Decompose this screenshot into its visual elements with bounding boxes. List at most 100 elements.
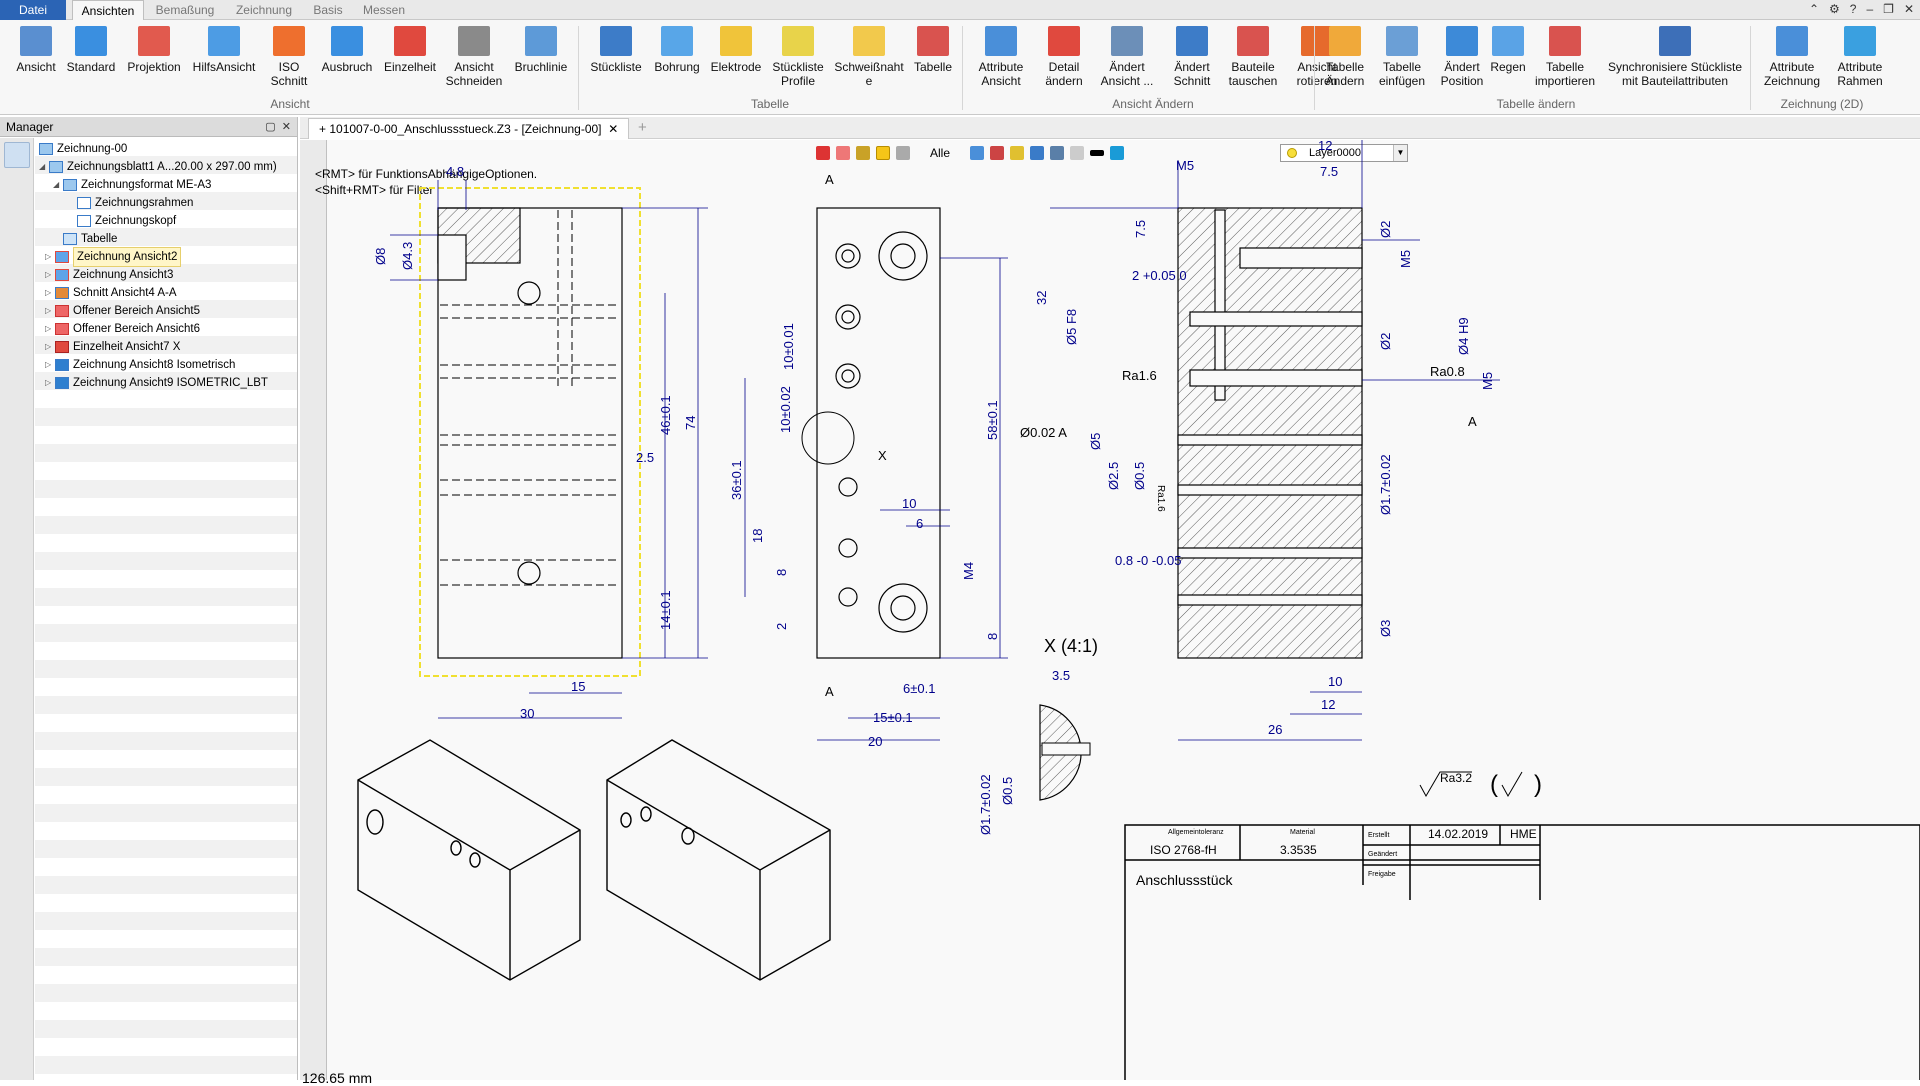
regen-button[interactable]: Regen xyxy=(1490,26,1526,74)
hilfsansicht-button[interactable]: HilfsAnsicht xyxy=(190,26,258,74)
isometric-view-icon xyxy=(55,377,69,389)
expand-arrow-icon[interactable]: ◢ xyxy=(53,176,63,194)
aendert-ansicht-button[interactable]: Ändert Ansicht ... xyxy=(1094,26,1160,88)
expand-arrow-icon[interactable]: ▷ xyxy=(45,248,55,266)
tabelle-einfuegen-label: Tabelle einfügen xyxy=(1378,60,1426,88)
close-panel-icon[interactable]: ✕ xyxy=(282,121,291,133)
dim-label: Ø2 xyxy=(1378,333,1393,350)
edit-detail-icon xyxy=(1048,26,1080,56)
help-icon[interactable]: ? xyxy=(1850,2,1857,16)
ausbruch-button[interactable]: Ausbruch xyxy=(318,26,376,74)
pin-icon[interactable]: + xyxy=(319,122,326,136)
tree-item[interactable]: ◢ Zeichnungsformat ME-A3 xyxy=(53,176,211,194)
synchronisiere-stueckliste-button[interactable]: Synchronisiere Stückliste mit Bauteilatt… xyxy=(1606,26,1744,88)
expand-arrow-icon[interactable]: ▷ xyxy=(45,302,55,320)
elektrode-button[interactable]: Elektrode xyxy=(708,26,764,74)
manager-header: Manager ▢ ✕ xyxy=(0,117,297,137)
detail-marker-label: X xyxy=(878,448,887,463)
tab-ansichten[interactable]: Ansichten xyxy=(72,0,144,21)
aendert-ansicht-label: Ändert Ansicht ... xyxy=(1100,60,1154,88)
document-tab[interactable]: + 101007-0-00_Anschlussstueck.Z3 - [Zeic… xyxy=(308,118,630,139)
tab-datei[interactable]: Datei xyxy=(0,0,66,20)
front-view-bore xyxy=(437,234,467,281)
stueckliste-button[interactable]: Stückliste xyxy=(586,26,646,74)
bruchlinie-label: Bruchlinie xyxy=(514,60,568,74)
attribute-rahmen-button[interactable]: Attribute Rahmen xyxy=(1832,26,1888,88)
tree-item[interactable]: Tabelle xyxy=(63,230,117,248)
schweissnaht-button[interactable]: Schweißnaht e xyxy=(834,26,904,88)
stueckliste-profile-button[interactable]: Stückliste Profile xyxy=(768,26,828,88)
expand-arrow-icon[interactable]: ▷ xyxy=(45,266,55,284)
ansicht-schneiden-button[interactable]: Ansicht Schneiden xyxy=(444,26,504,88)
standard-label: Standard xyxy=(66,60,116,74)
tree-item[interactable]: ▷ Offener Bereich Ansicht5 xyxy=(45,302,200,320)
tree-item-label: Zeichnung Ansicht2 xyxy=(73,247,182,267)
collapse-ribbon-icon[interactable]: ⌃ xyxy=(1809,2,1819,16)
view-icon xyxy=(55,251,69,263)
ribbon-separator xyxy=(962,26,963,110)
tree-item[interactable]: ◢ Zeichnungsblatt1 A...20.00 x 297.00 mm) xyxy=(39,158,277,176)
bruchlinie-button[interactable]: Bruchlinie xyxy=(510,26,572,74)
tab-basis[interactable]: Basis xyxy=(306,0,350,20)
tree-item[interactable]: ▷ Zeichnung Ansicht3 xyxy=(45,266,173,284)
tree-item[interactable]: Zeichnungsrahmen xyxy=(77,194,193,212)
drawing-canvas[interactable]: <RMT> für FunktionsAbhängigeOptionen. <S… xyxy=(300,140,1920,1086)
projektion-button[interactable]: Projektion xyxy=(124,26,184,74)
tree-item-label: Schnitt Ansicht4 A-A xyxy=(73,287,177,299)
standard-button[interactable]: Standard xyxy=(64,26,118,74)
aendert-position-button[interactable]: Ändert Position xyxy=(1434,26,1490,88)
tree-item[interactable]: Zeichnungskopf xyxy=(77,212,176,230)
tab-zeichnung[interactable]: Zeichnung xyxy=(228,0,300,20)
restore-icon[interactable]: ❐ xyxy=(1883,2,1894,16)
minimize-icon[interactable]: – xyxy=(1866,2,1873,16)
dim-label: 3.5 xyxy=(1052,668,1070,683)
side-view-hole xyxy=(835,243,861,269)
edit-section-icon xyxy=(1176,26,1208,56)
tabelle-einfuegen-button[interactable]: Tabelle einfügen xyxy=(1374,26,1430,88)
attribute-zeichnung-label: Attribute Zeichnung xyxy=(1763,60,1821,88)
bohrung-button[interactable]: Bohrung xyxy=(650,26,704,74)
tabelle-importieren-button[interactable]: Tabelle importieren xyxy=(1530,26,1600,88)
ribbon: Ansicht Standard Projektion HilfsAnsicht… xyxy=(0,20,1920,115)
settings-gear-icon[interactable]: ⚙ xyxy=(1829,2,1840,16)
table-icon xyxy=(63,233,77,245)
tree-item[interactable]: Zeichnung-00 xyxy=(39,140,127,158)
new-tab-icon[interactable]: + xyxy=(638,119,647,136)
bauteile-tauschen-button[interactable]: Bauteile tauschen xyxy=(1222,26,1284,88)
expand-arrow-icon[interactable]: ▷ xyxy=(45,338,55,356)
tree-item-selected[interactable]: ▷ Zeichnung Ansicht2 xyxy=(45,247,182,267)
detail-aendern-button[interactable]: Detail ändern xyxy=(1036,26,1092,88)
tree-item[interactable]: ▷ Zeichnung Ansicht8 Isometrisch xyxy=(45,356,235,374)
close-tab-icon[interactable]: ✕ xyxy=(608,122,618,136)
expand-arrow-icon[interactable]: ◢ xyxy=(39,158,49,176)
window-controls: ⌃ ⚙ ? – ❐ ✕ xyxy=(1809,2,1914,16)
dim-label: 20 xyxy=(868,734,882,749)
expand-arrow-icon[interactable]: ▷ xyxy=(45,356,55,374)
tree-item[interactable]: ▷ Schnitt Ansicht4 A-A xyxy=(45,284,177,302)
aendert-schnitt-button[interactable]: Ändert Schnitt xyxy=(1164,26,1220,88)
roughness-paren: ) xyxy=(1534,771,1542,798)
einzelheit-button[interactable]: Einzelheit xyxy=(382,26,438,74)
expand-arrow-icon[interactable]: ▷ xyxy=(45,284,55,302)
tree-manager-icon[interactable] xyxy=(4,142,30,168)
cursor-coordinate: 126.65 mm xyxy=(302,1070,373,1086)
tabelle-aendern-button[interactable]: Tabelle Ändern xyxy=(1320,26,1370,88)
attribute-zeichnung-button[interactable]: Attribute Zeichnung xyxy=(1756,26,1828,88)
attribute-ansicht-button[interactable]: Attribute Ansicht xyxy=(970,26,1032,88)
tab-bemassung[interactable]: Bemaßung xyxy=(150,0,220,20)
expand-arrow-icon[interactable]: ▷ xyxy=(45,374,55,392)
tree-item[interactable]: ▷ Zeichnung Ansicht9 ISOMETRIC_LBT xyxy=(45,374,268,392)
ansicht-button[interactable]: Ansicht xyxy=(12,26,60,74)
dim-label: 10±0.02 xyxy=(778,386,793,433)
close-icon[interactable]: ✕ xyxy=(1904,2,1914,16)
iso-schnitt-button[interactable]: ISO Schnitt xyxy=(266,26,312,88)
expand-arrow-icon[interactable]: ▷ xyxy=(45,320,55,338)
view-icon xyxy=(20,26,52,56)
tree-item[interactable]: ▷ Einzelheit Ansicht7 X xyxy=(45,338,180,356)
dim-label: 74 xyxy=(683,416,698,430)
float-panel-icon[interactable]: ▢ xyxy=(265,121,275,133)
tab-messen[interactable]: Messen xyxy=(356,0,412,20)
tree-item[interactable]: ▷ Offener Bereich Ansicht6 xyxy=(45,320,200,338)
tabelle-button[interactable]: Tabelle xyxy=(908,26,958,74)
import-table-icon xyxy=(1549,26,1581,56)
